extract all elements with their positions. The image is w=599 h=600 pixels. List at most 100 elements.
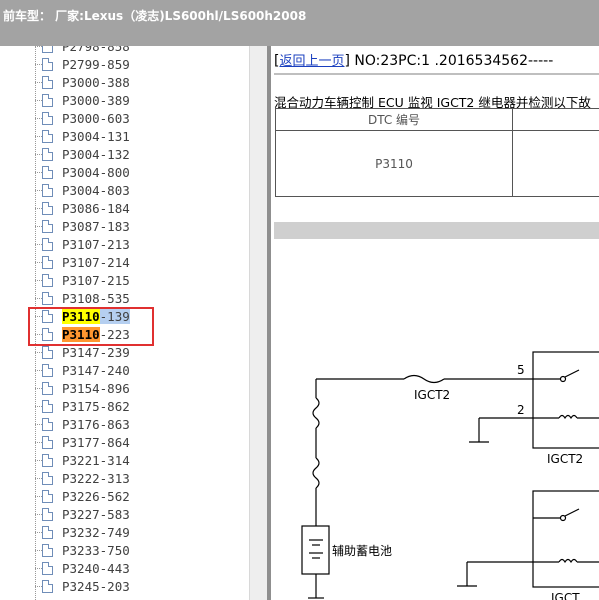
tree-item-suffix: -603	[99, 111, 130, 126]
tree-item[interactable]: P3147-240	[35, 362, 245, 380]
document-icon	[42, 436, 53, 449]
tree-item[interactable]: P3240-443	[35, 560, 245, 578]
document-icon	[42, 472, 53, 485]
tree-connector	[35, 100, 42, 101]
tree-connector	[35, 550, 42, 551]
tree-item[interactable]: P3000-388	[35, 74, 245, 92]
battery-label: 辅助蓄电池	[332, 544, 392, 558]
relay-igct2-box	[532, 351, 599, 449]
relay-igct-label: IGCT	[551, 591, 580, 600]
tree-item-suffix: -240	[99, 363, 130, 378]
tree-item[interactable]: P3232-749	[35, 524, 245, 542]
tree-item[interactable]: P3226-562	[35, 488, 245, 506]
tree-item[interactable]: P3233-750	[35, 542, 245, 560]
tree-connector	[35, 586, 42, 587]
dtc-detail-cell	[512, 130, 599, 197]
tree-connector	[35, 478, 42, 479]
dtc-table: DTC 编号 P3110	[275, 108, 599, 197]
dtc-header-cell: DTC 编号	[275, 108, 513, 131]
document-icon	[42, 46, 53, 53]
tree-item[interactable]: P3086-184	[35, 200, 245, 218]
tree-item-code: P3000	[62, 75, 100, 90]
tree-item-suffix: -749	[99, 525, 130, 540]
tree-item[interactable]: P3087-183	[35, 218, 245, 236]
tree-item[interactable]: P3004-131	[35, 128, 245, 146]
tree-item-label: P3232-749	[62, 525, 130, 541]
dtc-header-cell-2	[512, 108, 599, 131]
tree-connector	[35, 226, 42, 227]
tree-connector	[35, 82, 42, 83]
document-icon	[42, 256, 53, 269]
tree-item[interactable]: P3108-535	[35, 290, 245, 308]
divider-line	[274, 73, 599, 75]
tree-item[interactable]: P3175-862	[35, 398, 245, 416]
tree-item-code: P3147	[62, 363, 100, 378]
tree-item-code: P3147	[62, 345, 100, 360]
back-link[interactable]: 返回上一页	[279, 54, 344, 69]
tree-scrollbar[interactable]	[249, 46, 267, 600]
tree-item-label: P3004-132	[62, 147, 130, 163]
tree-item[interactable]: P3107-215	[35, 272, 245, 290]
tree-item-label: P3147-239	[62, 345, 130, 361]
document-icon	[42, 130, 53, 143]
doc-info: NO:23PC:1 .2016534562-----	[354, 53, 554, 69]
tree-item[interactable]: P3176-863	[35, 416, 245, 434]
tree-item-label: P3107-213	[62, 237, 130, 253]
tree-item[interactable]: P3107-213	[35, 236, 245, 254]
tree-item[interactable]: P2799-859	[35, 56, 245, 74]
tree-item-label: P3107-214	[62, 255, 130, 271]
tree-item-code: P3245	[62, 579, 100, 594]
relay-igct2-label: IGCT2	[547, 452, 583, 466]
tree-item-code: P3004	[62, 183, 100, 198]
tree-item-code: P3000	[62, 111, 100, 126]
document-icon	[42, 454, 53, 467]
tree-item-label: P3000-388	[62, 75, 130, 91]
tree-item-suffix: -213	[99, 237, 130, 252]
document-icon	[42, 58, 53, 71]
tree-item[interactable]: P3222-313	[35, 470, 245, 488]
tree-item[interactable]: P3177-864	[35, 434, 245, 452]
document-icon	[42, 418, 53, 431]
tree-item-suffix: -858	[99, 46, 130, 54]
tree-item-suffix: -800	[99, 165, 130, 180]
tree-item[interactable]: P3004-132	[35, 146, 245, 164]
relay-igct-box	[532, 490, 599, 588]
fuse-label: IGCT2	[414, 388, 450, 402]
tree-item-code: P3222	[62, 471, 100, 486]
dtc-tree-panel[interactable]: P2798-858 P2799-859 P3000-388 P3000-389 P300…	[0, 46, 249, 600]
tree-item[interactable]: P2798-858	[35, 46, 245, 56]
tree-item-label: P3176-863	[62, 417, 130, 433]
tree-item-code: P3227	[62, 507, 100, 522]
tree-connector	[35, 496, 42, 497]
tree-item-label: P3154-896	[62, 381, 130, 397]
tree-item-label: P3240-443	[62, 561, 130, 577]
tree-item[interactable]: P3147-239	[35, 344, 245, 362]
tree-connector	[35, 46, 42, 47]
nav-line: [返回上一页] NO:23PC:1 .2016534562-----	[274, 53, 554, 69]
section-header-band	[274, 222, 599, 239]
document-icon	[42, 94, 53, 107]
tree-item[interactable]: P3245-203	[35, 578, 245, 596]
tree-item-label: P3221-314	[62, 453, 130, 469]
tree-connector	[35, 136, 42, 137]
tree-item-code: P3086	[62, 201, 100, 216]
document-icon	[42, 238, 53, 251]
tree-item-suffix: -750	[99, 543, 130, 558]
tree-item[interactable]: P3227-583	[35, 506, 245, 524]
tree-item-code: P3177	[62, 435, 100, 450]
tree-connector	[35, 352, 42, 353]
tree-connector	[35, 424, 42, 425]
document-icon	[42, 184, 53, 197]
tree-connector	[35, 244, 42, 245]
tree-item[interactable]: P3154-896	[35, 380, 245, 398]
document-icon	[42, 346, 53, 359]
tree-item[interactable]: P3000-389	[35, 92, 245, 110]
tree-item-code: P3004	[62, 129, 100, 144]
tree-item[interactable]: P3004-800	[35, 164, 245, 182]
tree-item[interactable]: P3004-803	[35, 182, 245, 200]
tree-connector	[35, 568, 42, 569]
tree-item[interactable]: P3107-214	[35, 254, 245, 272]
tree-item[interactable]: P3000-603	[35, 110, 245, 128]
tree-item[interactable]: P3221-314	[35, 452, 245, 470]
tree-item-label: P3227-583	[62, 507, 130, 523]
